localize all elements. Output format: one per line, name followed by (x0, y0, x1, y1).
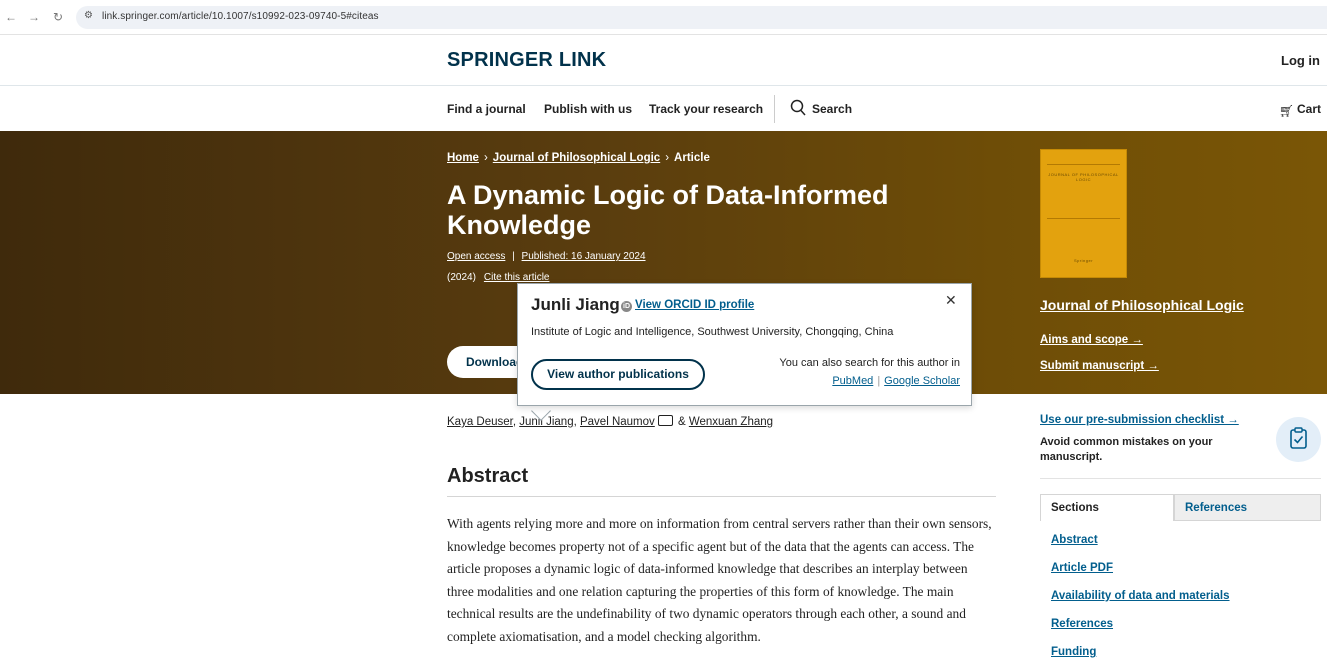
search-link[interactable]: Search (812, 102, 852, 116)
email-icon[interactable] (657, 415, 673, 426)
reload-icon[interactable]: ↻ (53, 10, 63, 24)
google-scholar-link[interactable]: Google Scholar (884, 375, 960, 387)
orcid-profile-link[interactable]: View ORCID ID profile (635, 299, 754, 311)
article-meta: Open access | Published: 16 January 2024 (447, 251, 646, 262)
forward-icon[interactable]: → (28, 10, 40, 24)
cover-title: JOURNAL OF PHILOSOPHICAL LOGIC (1048, 172, 1119, 182)
author-link[interactable]: Wenxuan Zhang (689, 416, 773, 428)
abstract-divider (447, 496, 996, 497)
submit-manuscript-link[interactable]: Submit manuscript → (1040, 360, 1159, 372)
springer-link-logo[interactable]: SPRINGER LINK (447, 49, 606, 72)
breadcrumb-journal[interactable]: Journal of Philosophical Logic (493, 152, 660, 164)
section-link-article-pdf[interactable]: Article PDF (1051, 562, 1113, 574)
back-icon[interactable]: ← (5, 10, 17, 24)
open-access-link[interactable]: Open access (447, 251, 505, 262)
section-link-abstract[interactable]: Abstract (1051, 534, 1098, 546)
breadcrumb-current: Article (674, 152, 710, 164)
tab-references[interactable]: References (1174, 494, 1321, 521)
link-separator: | (877, 375, 881, 387)
popup-author-name: Junli Jiang (531, 295, 620, 314)
cite-article-link[interactable]: Cite this article (484, 272, 550, 283)
checklist-icon[interactable] (1276, 417, 1321, 462)
pubmed-link[interactable]: PubMed (832, 375, 873, 387)
author-list: Kaya Deuser, Junli Jiang, Pavel Naumov &… (447, 415, 773, 428)
author-popup: Junli Jiang iD View ORCID ID profile ✕ I… (517, 283, 972, 406)
journal-cover-image[interactable]: JOURNAL OF PHILOSOPHICAL LOGIC Springer (1040, 149, 1127, 278)
orcid-icon: iD (621, 301, 632, 312)
view-author-publications-button[interactable]: View author publications (531, 359, 705, 390)
checklist-description: Avoid common mistakes on your manuscript… (1040, 436, 1213, 463)
aims-scope-link[interactable]: Aims and scope → (1040, 334, 1143, 346)
journal-name-link[interactable]: Journal of Philosophical Logic (1040, 297, 1244, 313)
nav-divider (774, 95, 775, 123)
article-citation: (2024) Cite this article (447, 272, 549, 283)
author-affiliation: Institute of Logic and Intelligence, Sou… (531, 326, 894, 338)
login-link[interactable]: Log in (1281, 53, 1320, 68)
track-research-link[interactable]: Track your research (649, 102, 763, 116)
published-date[interactable]: Published: 16 January 2024 (522, 251, 646, 262)
abstract-text: With agents relying more and more on inf… (447, 516, 992, 644)
section-link-references[interactable]: References (1051, 618, 1113, 630)
find-journal-link[interactable]: Find a journal (447, 102, 526, 116)
tab-sections[interactable]: Sections (1040, 494, 1174, 521)
close-icon[interactable]: ✕ (945, 292, 957, 309)
section-link-funding[interactable]: Funding (1051, 646, 1096, 658)
pre-submission-checklist-link[interactable]: Use our pre-submission checklist → (1040, 414, 1239, 426)
cart-link[interactable]: Cart (1297, 102, 1321, 116)
address-bar[interactable]: ⚙ link.springer.com/article/10.1007/s109… (76, 6, 1327, 29)
article-year: (2024) (447, 272, 476, 283)
search-icon[interactable] (790, 99, 806, 117)
search-author-note: You can also search for this author in (779, 357, 960, 369)
browser-toolbar: ← → ↻ ⚙ link.springer.com/article/10.100… (0, 0, 1327, 35)
cover-publisher: Springer (1073, 258, 1094, 263)
author-link[interactable]: Kaya Deuser (447, 416, 513, 428)
site-settings-icon[interactable]: ⚙ (84, 10, 93, 21)
breadcrumb-separator: › (483, 152, 488, 164)
author-separator: & (674, 416, 689, 428)
site-header: SPRINGER LINK Log in (0, 36, 1327, 86)
publish-link[interactable]: Publish with us (544, 102, 632, 116)
main-nav: Find a journal Publish with us Track you… (0, 87, 1327, 131)
article-title: A Dynamic Logic of Data-Informed Knowled… (447, 180, 889, 240)
breadcrumb: Home › Journal of Philosophical Logic › Arti… (447, 152, 710, 164)
url-text[interactable]: link.springer.com/article/10.1007/s10992… (102, 11, 379, 22)
cart-icon[interactable]: 🛒︎ (1279, 104, 1294, 118)
abstract-heading: Abstract (447, 465, 529, 487)
author-link[interactable]: Pavel Naumov (580, 416, 655, 428)
section-link-availability[interactable]: Availability of data and materials (1051, 590, 1230, 602)
breadcrumb-home[interactable]: Home (447, 152, 479, 164)
search-author-links: PubMed | Google Scholar (832, 375, 960, 387)
author-link[interactable]: Junli Jiang (519, 416, 573, 428)
breadcrumb-separator: › (665, 152, 670, 164)
sidebar-divider (1040, 478, 1321, 479)
